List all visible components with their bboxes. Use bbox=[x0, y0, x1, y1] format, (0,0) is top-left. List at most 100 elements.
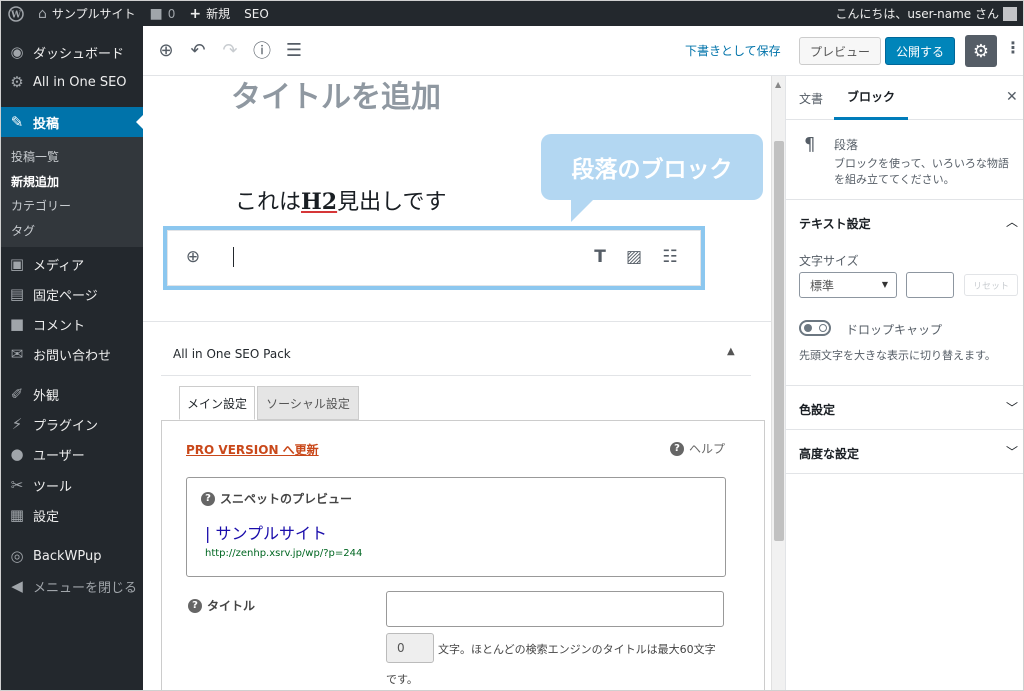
heading-text-post: 見出しです bbox=[337, 190, 447, 215]
tab-main-settings[interactable]: メイン設定 bbox=[179, 386, 255, 420]
chevron-up-icon[interactable]: ︿ bbox=[1006, 213, 1018, 230]
comments-count: 0 bbox=[167, 6, 176, 21]
user-icon: ● bbox=[10, 445, 24, 463]
post-title[interactable]: タイトルを追加 bbox=[231, 76, 441, 116]
image-icon[interactable]: ▨ bbox=[623, 247, 645, 267]
media-icon: ▣ bbox=[9, 255, 25, 273]
backwpup-icon: ◎ bbox=[10, 547, 24, 565]
metabox-collapse-icon[interactable]: ▲ bbox=[727, 346, 735, 357]
preview-button[interactable]: プレビュー bbox=[799, 37, 881, 65]
font-size-select[interactable]: 標準 ▼ bbox=[799, 272, 897, 298]
text-type-icon[interactable]: T bbox=[589, 247, 611, 267]
more-menu-icon[interactable]: ⋮ bbox=[1005, 38, 1021, 57]
sidebar-item-label: 外観 bbox=[33, 388, 60, 404]
sidebar-item-tools[interactable]: ✂ ツール bbox=[1, 470, 143, 500]
drop-cap-help: 先頭文字を大きな表示に切り替えます。 bbox=[799, 349, 996, 362]
publish-button[interactable]: 公開する bbox=[885, 37, 955, 65]
comments-link[interactable]: ■ 0 bbox=[143, 1, 183, 26]
paragraph-block[interactable]: ⊕ T ▨ ☷ bbox=[163, 226, 705, 290]
scroll-thumb[interactable] bbox=[774, 141, 784, 541]
font-size-reset-button[interactable]: リセット bbox=[964, 274, 1018, 296]
inline-add-block-icon[interactable]: ⊕ bbox=[182, 247, 204, 267]
sidebar-item-label: ダッシュボード bbox=[33, 46, 125, 62]
wp-logo-button[interactable]: W bbox=[1, 1, 31, 26]
panel-title[interactable]: テキスト設定 bbox=[799, 215, 871, 232]
editor-scrollbar[interactable]: ▲ bbox=[771, 76, 785, 690]
outline-icon[interactable]: ☰ bbox=[283, 39, 305, 61]
sidebar-item-comments[interactable]: ■ コメント bbox=[1, 309, 143, 339]
help-icon: ? bbox=[670, 441, 684, 456]
submenu-add-new[interactable]: 新規追加 bbox=[11, 173, 59, 190]
paragraph-block-inner: ⊕ T ▨ ☷ bbox=[167, 230, 701, 286]
chevron-down-icon: ﹀ bbox=[1006, 445, 1019, 459]
sidebar-item-backwpup[interactable]: ◎ BackWPup bbox=[1, 541, 143, 571]
snippet-title: | サンプルサイト bbox=[205, 524, 327, 543]
undo-icon[interactable]: ↶ bbox=[187, 39, 209, 61]
panel-advanced[interactable]: 高度な設定 ﹀ bbox=[786, 430, 1023, 474]
new-content-link[interactable]: + 新規 bbox=[182, 1, 237, 26]
info-icon[interactable]: ⓘ bbox=[251, 39, 273, 62]
panel-color-settings[interactable]: 色設定 ﹀ bbox=[786, 386, 1023, 430]
block-card: ¶ 段落 ブロックを使って、いろいろな物語を組み立ててください。 bbox=[786, 120, 1023, 200]
settings-toggle-button[interactable]: ⚙ bbox=[965, 35, 997, 67]
sidebar-item-aioseo[interactable]: ⚙ All in One SEO bbox=[1, 67, 143, 97]
gear-icon: ⚙ bbox=[10, 73, 24, 91]
snippet-heading-label: スニペットのプレビュー bbox=[220, 492, 353, 506]
wordpress-icon: W bbox=[8, 5, 24, 22]
sidebar-item-label: お問い合わせ bbox=[33, 348, 112, 364]
panel-title: 高度な設定 bbox=[799, 447, 860, 461]
seo-menu-link[interactable]: SEO bbox=[237, 1, 276, 26]
sidebar-item-label: ユーザー bbox=[33, 448, 85, 464]
seo-title-label: ? タイトル bbox=[188, 597, 255, 614]
plugin-icon: ⚡ bbox=[11, 415, 23, 433]
heading-block[interactable]: これはH2見出しです bbox=[235, 184, 446, 216]
drop-cap-toggle[interactable] bbox=[799, 320, 831, 336]
sidebar-item-contact[interactable]: ✉ お問い合わせ bbox=[1, 339, 143, 369]
close-icon[interactable]: ✕ bbox=[1006, 89, 1018, 105]
admin-sidebar: ◉ ダッシュボード ⚙ All in One SEO ✎ 投稿 投稿一覧 新規追… bbox=[1, 26, 143, 690]
my-account-link[interactable]: こんにちは、user-name さん bbox=[828, 1, 1023, 26]
panel-title: 色設定 bbox=[799, 403, 836, 417]
submenu-tags[interactable]: タグ bbox=[11, 222, 35, 239]
tab-document[interactable]: 文書 bbox=[799, 90, 823, 107]
toggle-knob bbox=[804, 324, 812, 332]
sidebar-item-users[interactable]: ● ユーザー bbox=[1, 439, 143, 469]
help-link[interactable]: ? ヘルプ bbox=[670, 440, 725, 457]
help-icon[interactable]: ? bbox=[188, 598, 202, 613]
toggle-ring bbox=[819, 324, 827, 332]
editor-toolbar: ⊕ ↶ ↷ ⓘ ☰ 下書きとして保存 プレビュー 公開する ⚙ ⋮ bbox=[143, 26, 1023, 76]
sidebar-item-appearance[interactable]: ✐ 外観 bbox=[1, 379, 143, 409]
sidebar-item-label: BackWPup bbox=[33, 548, 102, 564]
svg-text:W: W bbox=[10, 10, 22, 20]
font-size-custom-input[interactable] bbox=[906, 272, 954, 298]
sidebar-item-pages[interactable]: ▤ 固定ページ bbox=[1, 279, 143, 309]
submenu-all-posts[interactable]: 投稿一覧 bbox=[11, 148, 59, 165]
sidebar-collapse-menu[interactable]: ◀ メニューを閉じる bbox=[1, 571, 143, 601]
add-block-icon[interactable]: ⊕ bbox=[155, 39, 177, 61]
save-draft-button[interactable]: 下書きとして保存 bbox=[685, 42, 781, 59]
caret-down-icon: ▼ bbox=[881, 280, 888, 289]
scroll-up-icon[interactable]: ▲ bbox=[775, 80, 781, 89]
pro-version-link[interactable]: PRO VERSION へ更新 bbox=[186, 441, 319, 458]
tab-social-settings[interactable]: ソーシャル設定 bbox=[257, 386, 359, 420]
seo-tab-panel: PRO VERSION へ更新 ? ヘルプ ? スニペットのプレビュー | サン… bbox=[161, 420, 765, 690]
submenu-categories[interactable]: カテゴリー bbox=[11, 197, 71, 214]
sidebar-item-plugins[interactable]: ⚡ プラグイン bbox=[1, 409, 143, 439]
settings-icon: ▦ bbox=[9, 506, 25, 524]
callout-annotation: 段落のブロック bbox=[541, 134, 763, 222]
help-icon[interactable]: ? bbox=[201, 491, 215, 506]
sidebar-item-media[interactable]: ▣ メディア bbox=[1, 249, 143, 279]
sidebar-item-dashboard[interactable]: ◉ ダッシュボード bbox=[1, 37, 143, 67]
list-icon[interactable]: ☷ bbox=[659, 247, 681, 267]
sidebar-item-posts[interactable]: ✎ 投稿 bbox=[1, 107, 143, 137]
block-description: ブロックを使って、いろいろな物語を組み立ててください。 bbox=[834, 157, 1009, 186]
metabox-title: All in One SEO Pack bbox=[173, 347, 291, 361]
sidebar-item-settings[interactable]: ▦ 設定 bbox=[1, 500, 143, 530]
snippet-heading: ? スニペットのプレビュー bbox=[201, 490, 352, 507]
site-name-link[interactable]: ⌂ サンプルサイト bbox=[31, 1, 143, 26]
seo-title-input[interactable] bbox=[386, 591, 724, 627]
brush-icon: ✐ bbox=[10, 385, 24, 403]
dashboard-icon: ◉ bbox=[10, 43, 24, 61]
tab-block[interactable]: ブロック bbox=[834, 76, 908, 120]
redo-icon[interactable]: ↷ bbox=[219, 39, 241, 61]
